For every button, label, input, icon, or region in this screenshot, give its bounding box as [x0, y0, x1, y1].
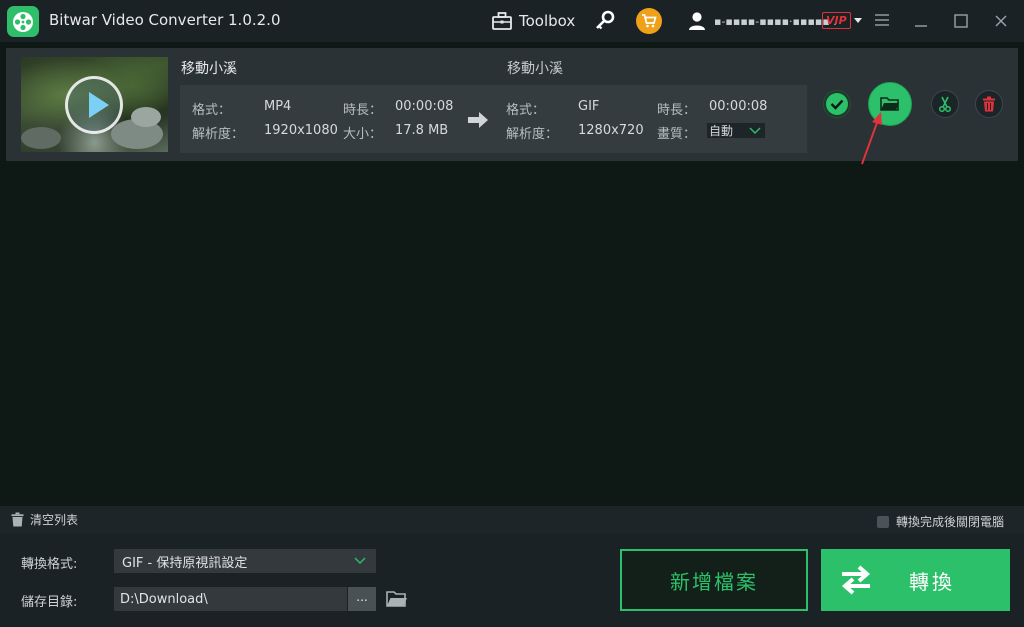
quality-select-value: 自動 [709, 124, 734, 138]
source-format-label: 格式： [192, 103, 232, 118]
output-resolution-label: 解析度： [506, 127, 559, 142]
file-info-panel: 格式： MP4 時長： 00:00:08 解析度： 1920x1080 大小： … [180, 85, 807, 153]
scissors-icon [938, 96, 952, 112]
cart-icon [642, 14, 657, 28]
title-bar: Bitwar Video Converter 1.0.2.0 Toolbox ▪… [0, 0, 1024, 42]
output-format-label: 格式： [506, 103, 546, 118]
check-icon [826, 93, 848, 115]
app-title: Bitwar Video Converter 1.0.2.0 [49, 11, 281, 29]
close-icon[interactable] [990, 10, 1012, 32]
convert-icon [841, 565, 871, 595]
app-logo-icon [7, 6, 39, 37]
output-format-value: GIF [578, 99, 600, 114]
play-icon[interactable] [65, 76, 123, 134]
list-footer-bar: 清空列表 轉換完成後關閉電腦 [0, 506, 1024, 534]
video-thumbnail[interactable] [21, 57, 168, 152]
menu-icon[interactable] [874, 13, 890, 27]
chevron-down-icon [749, 127, 761, 134]
source-size-label: 大小： [343, 127, 383, 142]
source-duration-value: 00:00:08 [395, 99, 454, 114]
register-key-button[interactable] [594, 10, 616, 32]
output-format-select[interactable]: GIF - 保持原視訊設定 [114, 549, 376, 573]
convert-button[interactable]: 轉換 [821, 549, 1010, 611]
source-duration-label: 時長： [343, 103, 383, 118]
thumbnail-rock [21, 127, 61, 149]
source-resolution-value: 1920x1080 [264, 123, 338, 138]
folder-icon[interactable] [386, 589, 408, 609]
save-directory-label: 儲存目錄: [21, 595, 78, 610]
shutdown-after-convert-option[interactable]: 轉換完成後關閉電腦 [876, 513, 1004, 530]
shutdown-checkbox[interactable] [876, 515, 889, 528]
source-resolution-label: 解析度： [192, 127, 245, 142]
shutdown-label: 轉換完成後關閉電腦 [895, 515, 1004, 529]
annotation-arrow [861, 112, 882, 165]
key-icon [596, 10, 615, 30]
user-name: ▪-▪▪▪▪-▪▪▪▪·▪▪▪▪▪ . [714, 14, 837, 28]
clear-list-button[interactable]: 清空列表 [11, 511, 78, 528]
maximize-icon[interactable] [950, 10, 972, 32]
user-icon [689, 12, 705, 30]
output-file-name[interactable]: 移動小溪 [507, 58, 563, 78]
output-quality-label: 畫質： [657, 127, 697, 142]
trash-icon [983, 96, 995, 112]
minimize-icon[interactable] [910, 10, 932, 32]
trash-icon [11, 512, 24, 527]
user-account-button[interactable]: ▪-▪▪▪▪-▪▪▪▪·▪▪▪▪▪ . [688, 10, 837, 32]
toolbox-icon [492, 12, 512, 30]
output-resolution-value: 1280x720 [578, 123, 644, 138]
arrow-right-icon [468, 112, 488, 128]
cart-button[interactable] [636, 8, 662, 34]
edit-cut-button[interactable] [931, 90, 959, 118]
source-file-name: 移動小溪 [181, 61, 237, 77]
confirm-button[interactable] [823, 90, 851, 118]
add-file-button[interactable]: 新增檔案 [620, 549, 808, 611]
toolbox-button[interactable]: Toolbox [492, 10, 575, 32]
chevron-down-icon [354, 557, 366, 564]
source-size-value: 17.8 MB [395, 123, 449, 138]
output-duration-value: 00:00:08 [709, 99, 768, 114]
vip-badge[interactable]: VIP [822, 12, 851, 29]
caret-down-icon[interactable] [853, 14, 863, 26]
clear-list-label: 清空列表 [30, 513, 79, 527]
output-format-select-value: GIF - 保持原視訊設定 [122, 555, 248, 571]
source-format-value: MP4 [264, 99, 292, 114]
browse-directory-button[interactable]: ... [348, 587, 376, 611]
output-format-field-label: 轉換格式: [21, 557, 78, 572]
output-duration-label: 時長： [657, 103, 697, 118]
delete-item-button[interactable] [975, 90, 1003, 118]
convert-label: 轉換 [909, 570, 955, 594]
toolbox-label: Toolbox [519, 12, 576, 30]
thumbnail-rock [131, 107, 161, 127]
quality-select[interactable]: 自動 [707, 123, 765, 138]
save-directory-input[interactable] [114, 587, 347, 611]
bottom-settings-panel: 轉換格式: GIF - 保持原視訊設定 儲存目錄: ... 新增檔案 轉換 [0, 534, 1024, 627]
